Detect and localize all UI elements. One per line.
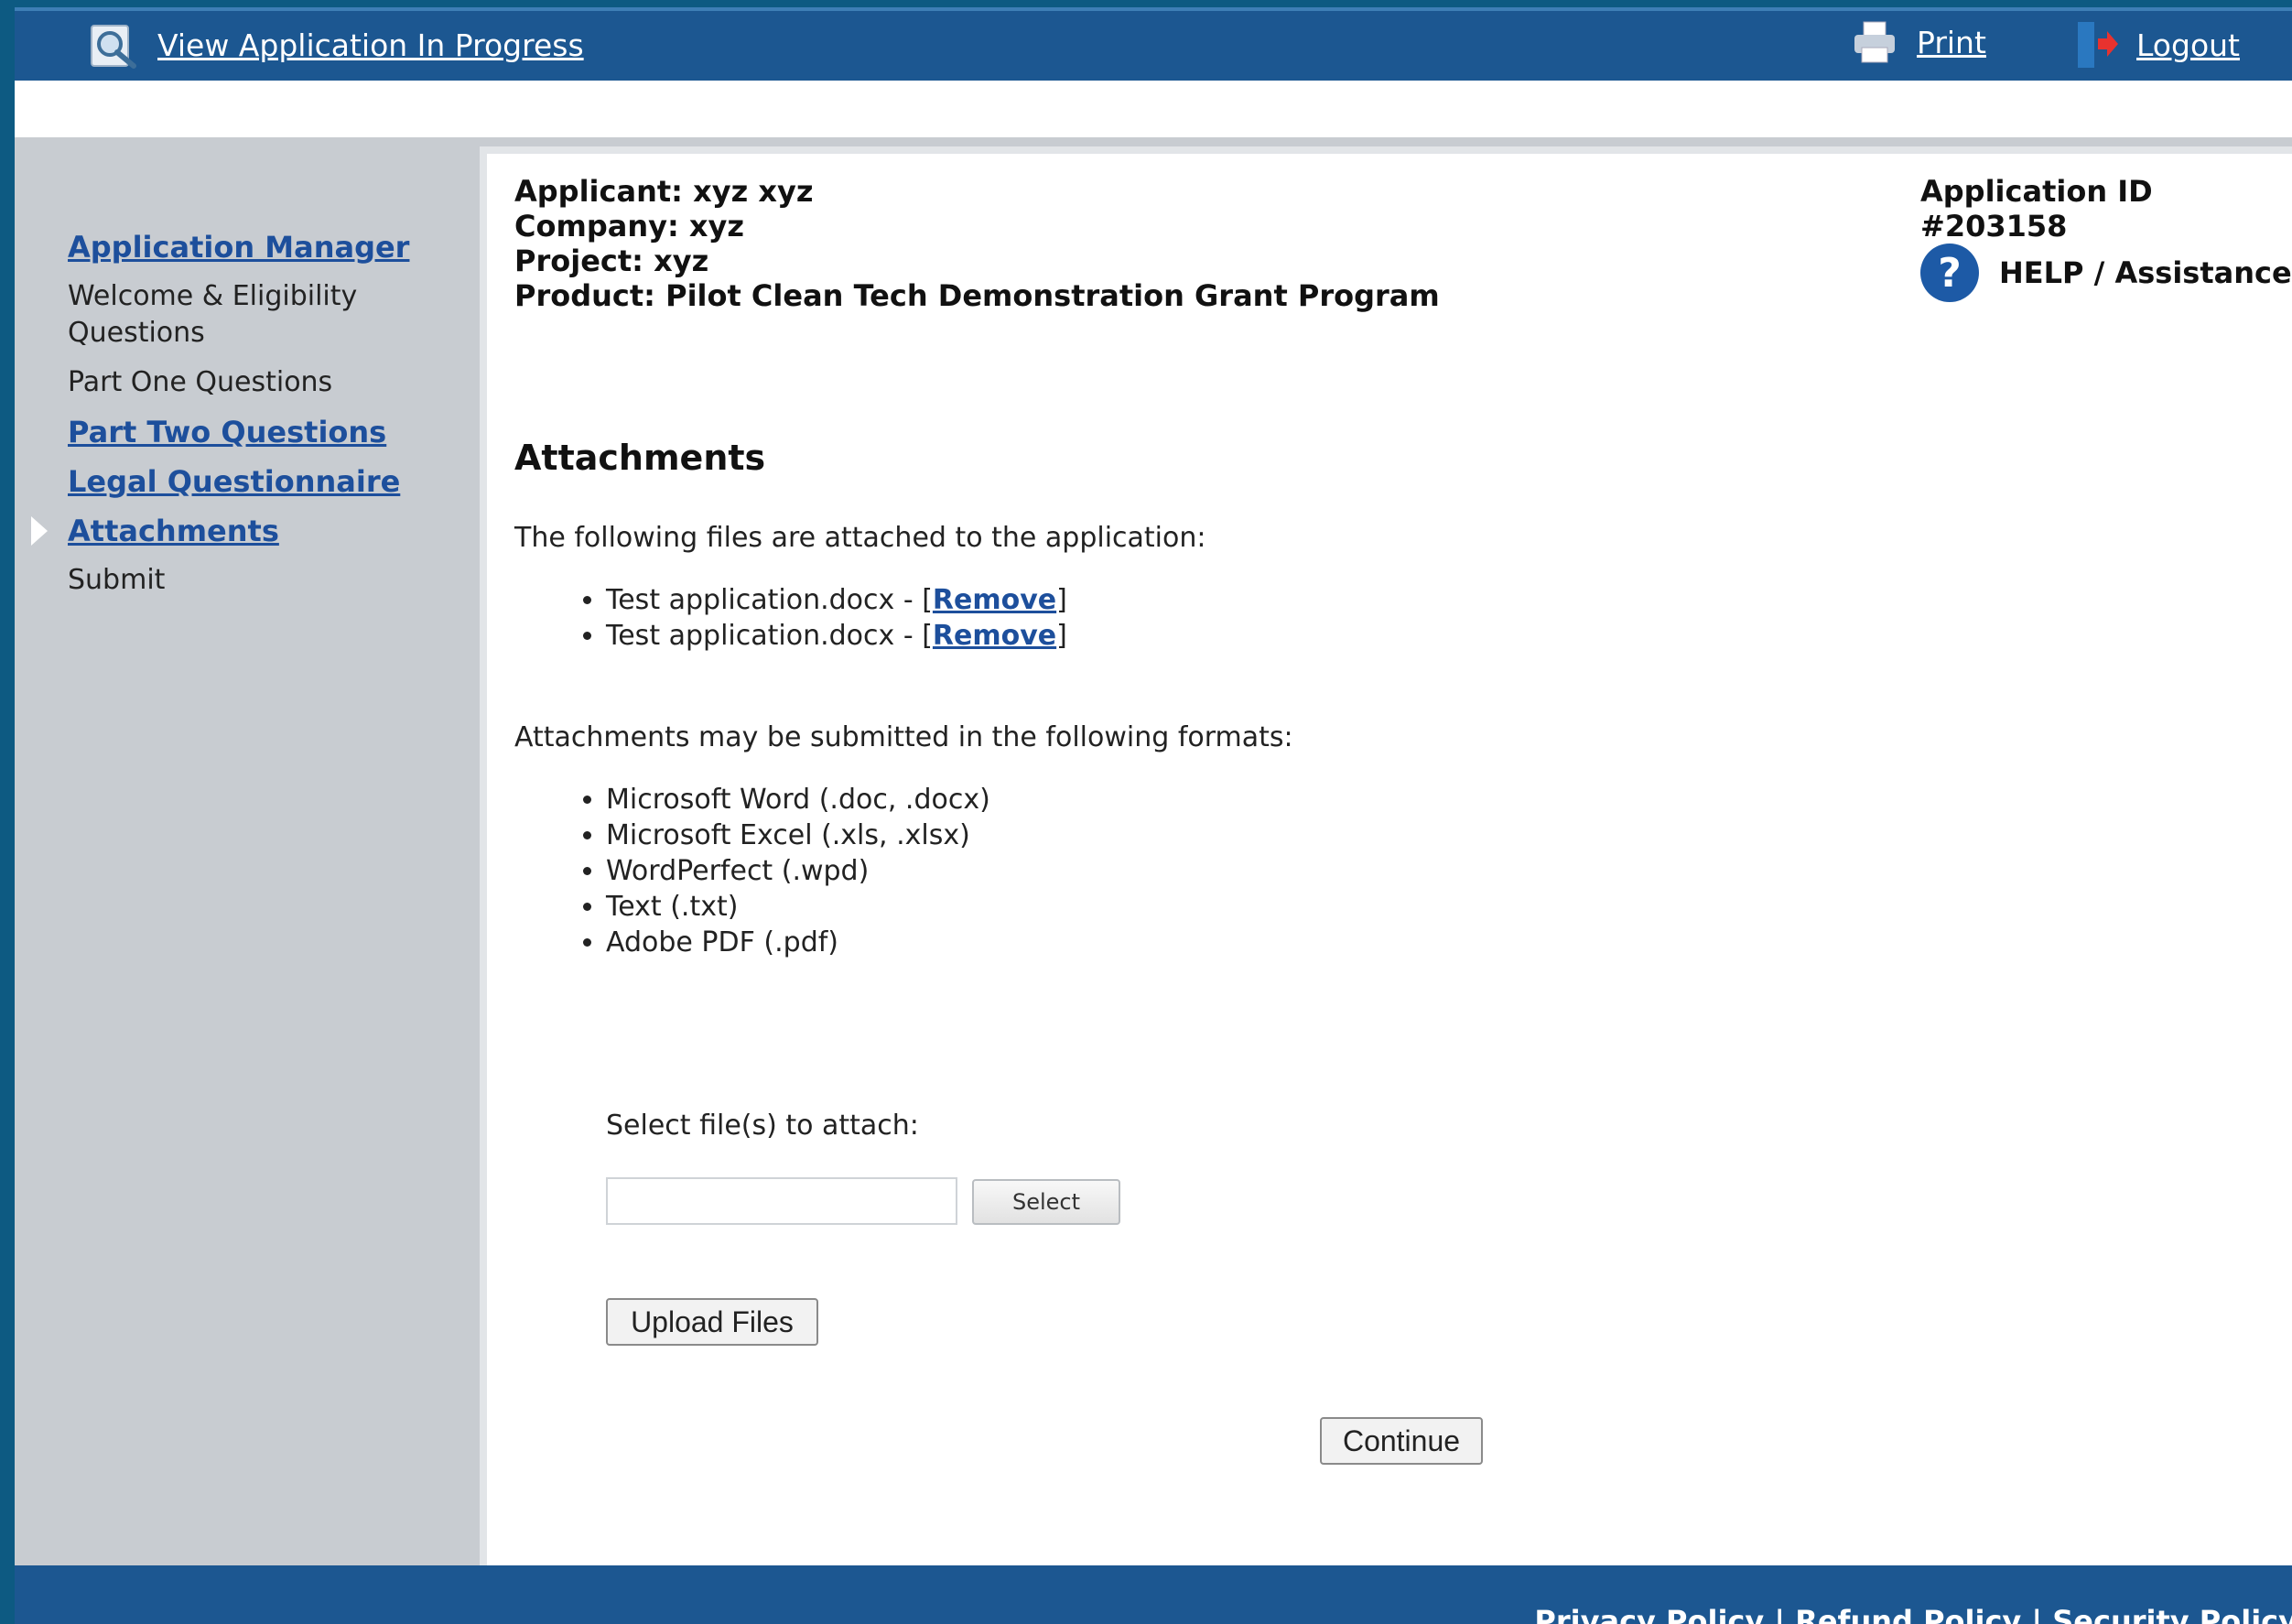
footer: Privacy Policy | Refund Policy | Securit… — [15, 1565, 2292, 1624]
sidebar-item-part-two[interactable]: Part Two Questions — [68, 414, 416, 450]
help-link[interactable]: ? HELP / Assistance — [1920, 244, 2292, 302]
current-page-arrow-icon — [31, 516, 48, 546]
help-question-icon[interactable]: ? — [1920, 244, 1979, 302]
security-policy-link[interactable]: Security Policy — [2052, 1604, 2292, 1624]
remove-link[interactable]: Remove — [933, 584, 1056, 616]
content-panel: Applicant: xyz xyz Company: xyz Project:… — [480, 146, 2292, 1576]
logout-icon — [2078, 22, 2118, 68]
sidebar-item-attachments[interactable]: Attachments — [31, 513, 416, 549]
file-name: Test application.docx - — [606, 584, 923, 616]
footer-separator: | — [2021, 1604, 2053, 1624]
sidebar-item-submit: Submit — [68, 564, 166, 596]
select-files-label: Select file(s) to attach: — [606, 1110, 919, 1142]
logout-link[interactable]: Logout — [2074, 20, 2240, 70]
list-item: WordPerfect (.wpd) — [606, 853, 990, 889]
view-application-link[interactable]: View Application In Progress — [88, 20, 584, 70]
formats-list: Microsoft Word (.doc, .docx) Microsoft E… — [578, 782, 990, 960]
sidebar-item-welcome: Welcome & Eligibility Questions — [68, 280, 358, 349]
sidebar-item-attachments-label[interactable]: Attachments — [68, 514, 279, 548]
footer-links: Privacy Policy | Refund Policy | Securit… — [1534, 1604, 2292, 1624]
file-name: Test application.docx - — [606, 620, 923, 652]
remove-link[interactable]: Remove — [933, 620, 1056, 652]
select-file-button[interactable]: Select — [972, 1179, 1120, 1225]
application-id: Application ID #203158 — [1920, 174, 2153, 244]
upload-files-button[interactable]: Upload Files — [606, 1298, 818, 1346]
project-name: Project: xyz — [514, 244, 709, 278]
sidebar: Application Manager Welcome & Eligibilit… — [15, 137, 472, 1565]
privacy-policy-link[interactable]: Privacy Policy — [1534, 1604, 1764, 1624]
list-item: Adobe PDF (.pdf) — [606, 925, 990, 960]
list-item: Text (.txt) — [606, 889, 990, 925]
refund-policy-link[interactable]: Refund Policy — [1795, 1604, 2021, 1624]
company-name: Company: xyz — [514, 209, 745, 244]
printer-icon — [1854, 21, 1895, 63]
footer-separator: | — [1764, 1604, 1796, 1624]
page-title: Attachments — [514, 438, 766, 478]
print-link[interactable]: Print — [1853, 20, 1986, 64]
list-item: Test application.docx - [Remove] — [606, 618, 1067, 654]
browser-frame: View Application In Progress Print Logou… — [15, 7, 2292, 1624]
list-item: Test application.docx - [Remove] — [606, 582, 1067, 618]
attachments-intro: The following files are attached to the … — [514, 522, 1206, 554]
file-path-input[interactable] — [606, 1177, 957, 1225]
applicant-name: Applicant: xyz xyz — [514, 174, 814, 209]
main-area: Application Manager Welcome & Eligibilit… — [15, 137, 2292, 1576]
magnifier-icon — [91, 25, 136, 69]
formats-intro: Attachments may be submitted in the foll… — [514, 721, 1293, 753]
product-name: Product: Pilot Clean Tech Demonstration … — [514, 278, 1440, 313]
sidebar-item-application-manager[interactable]: Application Manager — [68, 229, 416, 265]
sidebar-item-legal[interactable]: Legal Questionnaire — [68, 463, 416, 500]
top-bar: View Application In Progress Print Logou… — [15, 7, 2292, 81]
sidebar-item-part-one: Part One Questions — [68, 366, 333, 398]
logout-label[interactable]: Logout — [2136, 27, 2240, 63]
view-application-label[interactable]: View Application In Progress — [157, 27, 584, 63]
attached-files-list: Test application.docx - [Remove] Test ap… — [578, 582, 1067, 654]
continue-button[interactable]: Continue — [1320, 1417, 1483, 1465]
print-label[interactable]: Print — [1917, 25, 1986, 60]
list-item: Microsoft Excel (.xls, .xlsx) — [606, 817, 990, 853]
applicant-info: Applicant: xyz xyz Company: xyz Project:… — [514, 174, 1440, 313]
help-label[interactable]: HELP / Assistance — [1999, 255, 2292, 290]
list-item: Microsoft Word (.doc, .docx) — [606, 782, 990, 817]
